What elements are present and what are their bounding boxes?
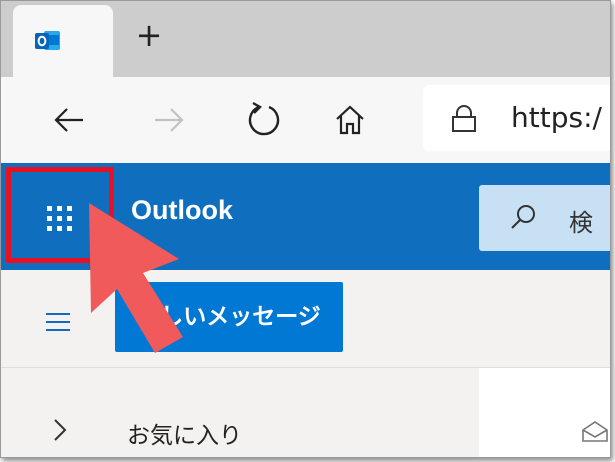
browser-window: + https:/ Outlook 検 新しいメッセージ お気に入り (0, 0, 611, 458)
arrow-left-icon[interactable] (45, 95, 95, 145)
folder-favorites[interactable]: お気に入り (127, 416, 242, 450)
main-content: お気に入り (1, 368, 610, 457)
browser-tab-outlook[interactable] (13, 5, 113, 77)
url-text: https:/ (511, 101, 602, 134)
chevron-right-icon[interactable] (51, 416, 69, 444)
browser-toolbar: https:/ (1, 77, 610, 163)
address-bar[interactable]: https:/ (423, 85, 610, 151)
new-message-button[interactable]: 新しいメッセージ (115, 282, 343, 352)
waffle-icon (47, 206, 72, 231)
new-tab-button[interactable]: + (129, 15, 169, 55)
folder-pane: お気に入り (1, 368, 479, 457)
refresh-icon[interactable] (239, 95, 289, 145)
search-placeholder: 検 (569, 209, 593, 237)
app-launcher-button[interactable] (6, 167, 114, 263)
outlook-icon (35, 31, 60, 50)
arrow-right-icon[interactable] (143, 95, 193, 145)
app-title[interactable]: Outlook (131, 195, 233, 226)
home-icon[interactable] (325, 95, 375, 145)
command-bar: 新しいメッセージ (1, 270, 610, 368)
mail-icon (582, 421, 608, 442)
search-icon (511, 205, 535, 229)
hamburger-icon[interactable] (45, 312, 71, 332)
search-input[interactable]: 検 (479, 185, 610, 251)
lock-icon (452, 105, 476, 132)
tab-strip: + (1, 1, 610, 77)
outlook-header: Outlook 検 (1, 163, 610, 270)
